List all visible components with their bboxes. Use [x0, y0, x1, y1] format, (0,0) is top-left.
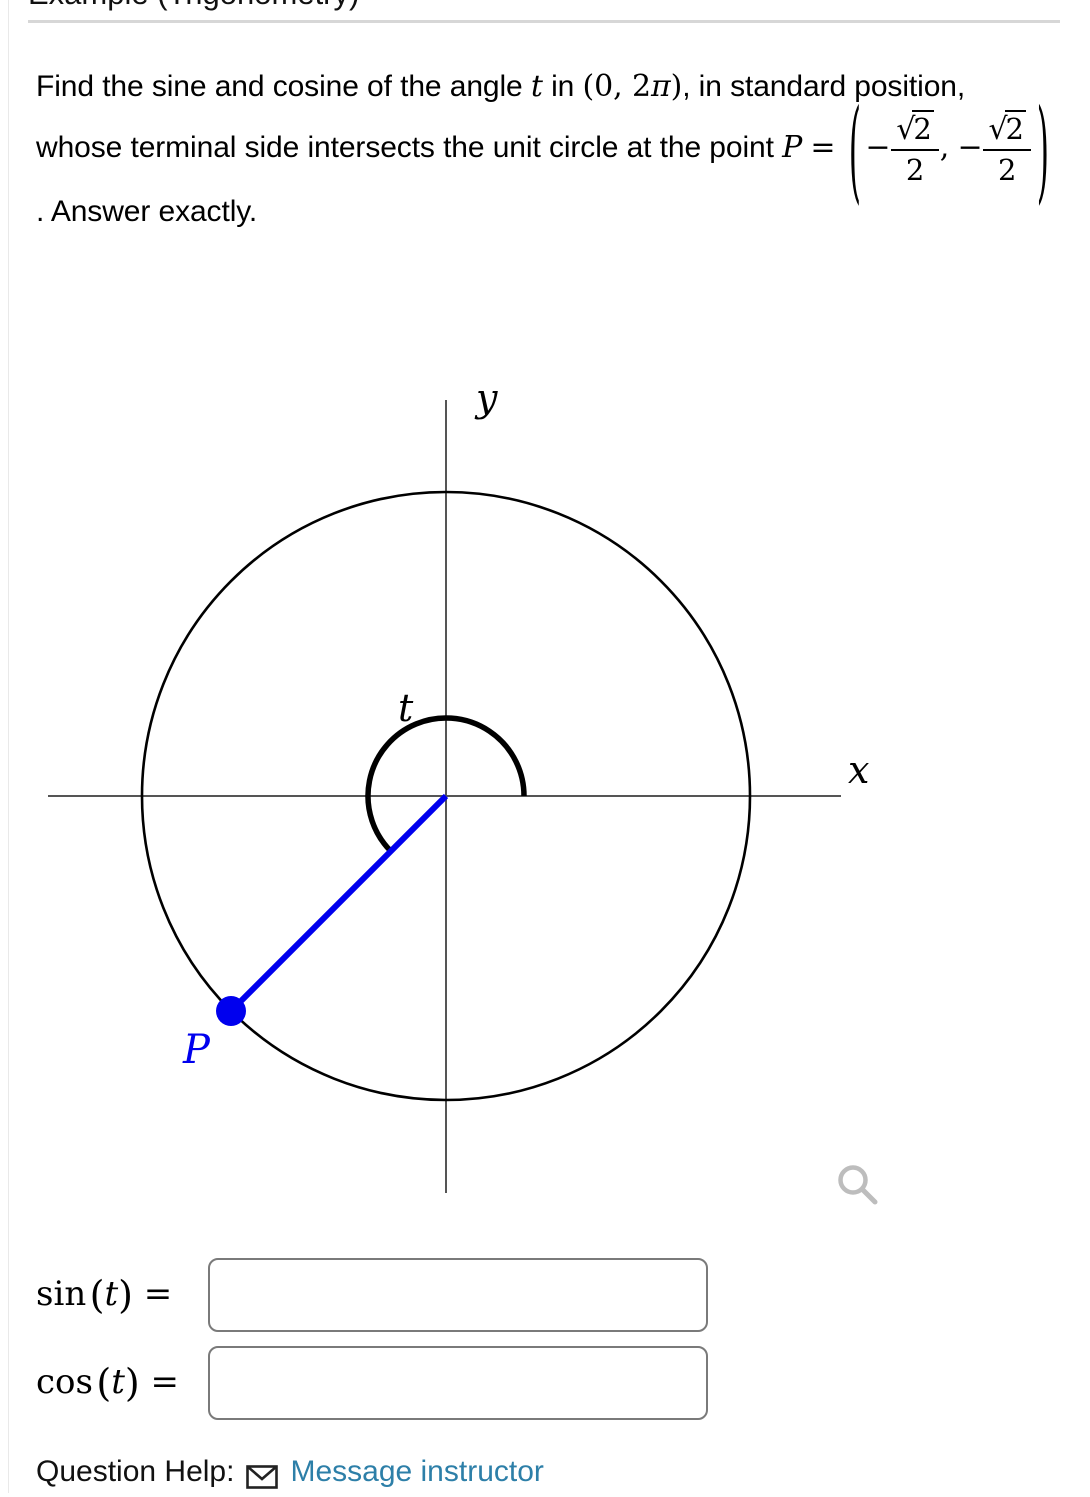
point-y-denominator: 2 [998, 152, 1017, 187]
cos-equals: = [150, 1362, 180, 1402]
cos-input[interactable] [208, 1346, 708, 1420]
point-x-minus: − [865, 129, 891, 165]
cos-function-name: cos [36, 1362, 93, 1402]
interval-open-paren: ( [582, 69, 595, 104]
point-y-fraction: √2 2 [983, 110, 1031, 187]
prompt-variable-P: P [782, 129, 803, 165]
prompt-variable-t: t [530, 69, 543, 104]
radicand-x: 2 [912, 110, 934, 146]
prompt-equals-sign: = [810, 129, 836, 165]
y-axis-label: y [474, 376, 498, 420]
prompt-line1-part-c: , in [682, 70, 722, 103]
point-close-paren: ) [1036, 88, 1049, 219]
question-prompt: Find the sine and cosine of the angle t … [36, 62, 1056, 236]
sqrt-2-y: √2 [988, 110, 1026, 147]
sin-open-paren: ( [89, 1273, 105, 1317]
interval-close-paren: ) [670, 69, 683, 104]
clipped-header: Example (Trigonometry) [28, 0, 728, 14]
terminal-ray [228, 793, 449, 1014]
cos-answer-label: cos (t) = [36, 1361, 208, 1405]
point-x-numerator: √2 [891, 110, 938, 148]
sin-close-paren: ) [118, 1273, 133, 1317]
point-open-paren: ( [848, 88, 861, 219]
envelope-icon[interactable] [246, 1463, 279, 1489]
interval-pi-symbol: π [650, 69, 671, 104]
question-help-label: Question Help: [36, 1455, 235, 1488]
cos-answer-row: cos (t) = [36, 1346, 708, 1420]
interval-upper-coefficient: 2 [631, 69, 651, 104]
sin-input[interactable] [208, 1258, 708, 1332]
radicand-y: 2 [1004, 110, 1026, 146]
point-y-minus: − [957, 129, 983, 165]
point-y-numerator: √2 [983, 110, 1030, 148]
sin-variable: t [104, 1274, 119, 1314]
sin-equals: = [143, 1274, 173, 1314]
prompt-line3-part-b: . Answer exactly. [36, 195, 258, 229]
angle-label-t: t [398, 686, 414, 730]
sin-answer-row: sin (t) = [36, 1258, 708, 1332]
x-axis-label: x [848, 748, 869, 792]
sin-answer-label: sin (t) = [36, 1273, 208, 1317]
prompt-line1-part-b: in [542, 70, 583, 103]
prompt-line3-part-a: circle at the point [548, 130, 783, 164]
search-icon[interactable] [833, 1160, 883, 1210]
cos-variable: t [111, 1362, 125, 1402]
question-help-bar: Question Help: Message instructor [36, 1455, 544, 1489]
point-x-denominator: 2 [905, 152, 925, 187]
fraction-bar-y [983, 148, 1031, 151]
point-P-marker [216, 996, 246, 1026]
point-coordinate-comma: , [939, 129, 950, 165]
sin-function-name: sin [36, 1274, 87, 1314]
message-instructor-link[interactable]: Message instructor [290, 1455, 543, 1489]
left-border [8, 0, 9, 1493]
point-label-P: P [182, 1027, 211, 1073]
interval-comma: , [613, 69, 632, 104]
prompt-line1-part-a: Find the sine and cosine of the angle [36, 70, 531, 103]
scrollbar-track[interactable] [1069, 0, 1087, 1493]
point-x-fraction: √2 2 [891, 110, 939, 187]
header-title: Example (Trigonometry) [28, 0, 728, 14]
sqrt-2-x: √2 [896, 110, 934, 147]
question-page: Example (Trigonometry) Find the sine and… [0, 0, 1090, 1493]
cos-open-paren: ( [96, 1361, 112, 1405]
fraction-bar-x [891, 148, 939, 151]
cos-close-paren: ) [124, 1361, 140, 1405]
header-divider [28, 20, 1060, 23]
interval-lower-bound: 0 [594, 69, 614, 104]
unit-circle-figure: y x t P [26, 355, 926, 1235]
